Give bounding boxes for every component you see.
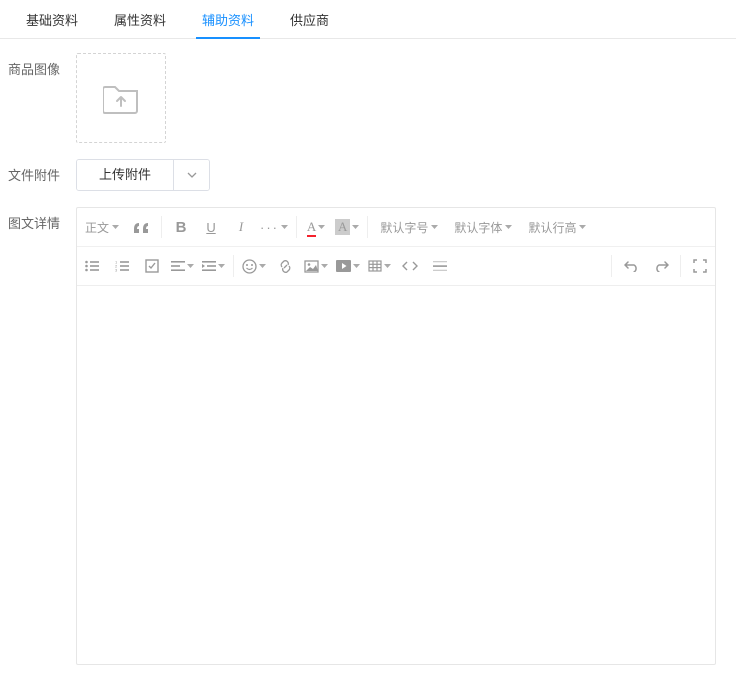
tabs: 基础资料 属性资料 辅助资料 供应商 — [0, 0, 736, 39]
caret-down-icon — [187, 264, 194, 268]
checklist-icon — [145, 259, 159, 273]
link-icon — [278, 259, 293, 274]
video-icon — [336, 260, 351, 272]
caret-down-icon — [352, 225, 359, 229]
caret-down-icon — [281, 225, 288, 229]
hr-button[interactable] — [425, 251, 455, 281]
caret-down-icon — [218, 264, 225, 268]
label-attachment: 文件附件 — [8, 159, 76, 184]
code-icon — [402, 261, 418, 271]
underline-button[interactable]: U — [196, 212, 226, 242]
ul-icon — [85, 260, 99, 272]
upload-attachment: 上传附件 — [76, 159, 210, 191]
undo-icon — [624, 260, 639, 272]
divider — [367, 216, 368, 238]
font-family-select[interactable]: 默认字体 — [446, 212, 520, 242]
divider — [611, 255, 612, 277]
font-color-button[interactable]: A — [301, 212, 331, 242]
font-family-label: 默认字体 — [454, 219, 502, 236]
checklist-button[interactable] — [137, 251, 167, 281]
table-button[interactable] — [364, 251, 395, 281]
fullscreen-button[interactable] — [685, 251, 715, 281]
line-height-label: 默认行高 — [528, 219, 576, 236]
rich-text-editor: 正文 B U I ··· — [76, 207, 716, 665]
paragraph-label: 正文 — [85, 219, 109, 236]
undo-button[interactable] — [616, 251, 646, 281]
redo-button[interactable] — [646, 251, 676, 281]
unordered-list-button[interactable] — [77, 251, 107, 281]
image-button[interactable] — [300, 251, 332, 281]
tab-supplier[interactable]: 供应商 — [272, 0, 347, 38]
table-icon — [368, 260, 382, 272]
folder-upload-icon — [103, 81, 139, 115]
caret-down-icon — [259, 264, 266, 268]
quote-icon — [134, 221, 150, 233]
caret-down-icon — [321, 264, 328, 268]
align-button[interactable] — [167, 251, 198, 281]
bg-color-button[interactable]: A — [331, 212, 363, 242]
font-size-label: 默认字号 — [380, 219, 428, 236]
ordered-list-button[interactable]: 123 — [107, 251, 137, 281]
editor-toolbar: 正文 B U I ··· — [77, 208, 715, 286]
divider — [680, 255, 681, 277]
align-icon — [171, 260, 185, 272]
paragraph-select[interactable]: 正文 — [77, 212, 127, 242]
more-format-button[interactable]: ··· — [256, 212, 292, 242]
label-detail: 图文详情 — [8, 207, 76, 232]
blockquote-button[interactable] — [127, 212, 157, 242]
divider — [161, 216, 162, 238]
tab-auxiliary[interactable]: 辅助资料 — [184, 0, 272, 38]
caret-down-icon — [318, 225, 325, 229]
line-height-select[interactable]: 默认行高 — [520, 212, 594, 242]
svg-text:3: 3 — [115, 268, 118, 273]
video-button[interactable] — [332, 251, 364, 281]
divider — [296, 216, 297, 238]
caret-down-icon — [579, 225, 586, 229]
italic-button[interactable]: I — [226, 212, 256, 242]
caret-down-icon — [384, 264, 391, 268]
label-image: 商品图像 — [8, 53, 76, 78]
chevron-down-icon — [187, 172, 197, 178]
ol-icon: 123 — [115, 260, 129, 272]
upload-dropdown-toggle[interactable] — [173, 160, 209, 190]
editor-content[interactable] — [77, 286, 715, 664]
tab-attribute[interactable]: 属性资料 — [96, 0, 184, 38]
bold-button[interactable]: B — [166, 212, 196, 242]
redo-icon — [654, 260, 669, 272]
tab-basic[interactable]: 基础资料 — [8, 0, 96, 38]
emoji-button[interactable] — [238, 251, 270, 281]
font-size-select[interactable]: 默认字号 — [372, 212, 446, 242]
upload-button[interactable]: 上传附件 — [77, 160, 173, 190]
caret-down-icon — [431, 225, 438, 229]
fullscreen-icon — [693, 259, 707, 273]
caret-down-icon — [112, 225, 119, 229]
caret-down-icon — [505, 225, 512, 229]
link-button[interactable] — [270, 251, 300, 281]
image-uploader[interactable] — [76, 53, 166, 143]
hr-icon — [433, 261, 447, 271]
image-icon — [304, 260, 319, 273]
emoji-icon — [242, 259, 257, 274]
code-button[interactable] — [395, 251, 425, 281]
caret-down-icon — [353, 264, 360, 268]
divider — [233, 255, 234, 277]
indent-icon — [202, 260, 216, 272]
indent-button[interactable] — [198, 251, 229, 281]
